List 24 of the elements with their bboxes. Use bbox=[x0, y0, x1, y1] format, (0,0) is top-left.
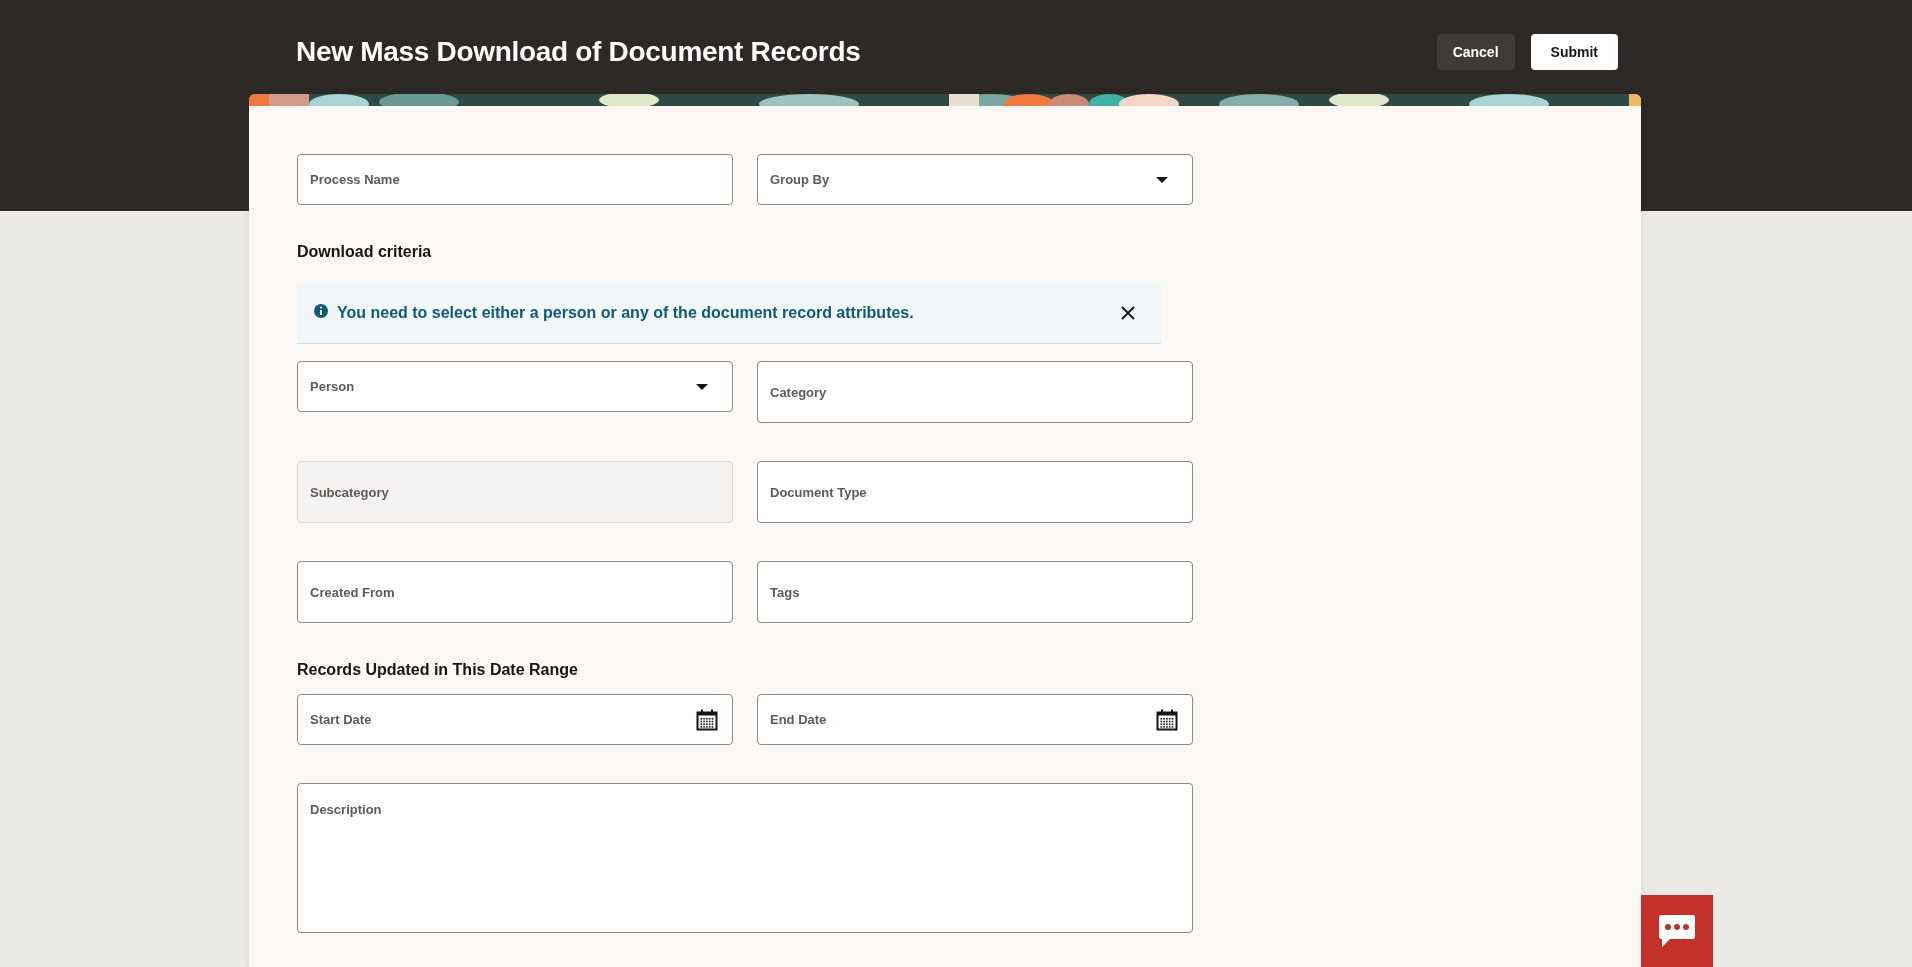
caret-icon bbox=[696, 384, 708, 390]
dropdown-field[interactable]: Group By bbox=[757, 154, 1193, 205]
text-field[interactable]: Tags bbox=[757, 561, 1193, 623]
chat-icon bbox=[1658, 914, 1696, 948]
message-text: You need to select either a person or any of the document record attributes. bbox=[337, 304, 915, 322]
info-icon bbox=[313, 303, 329, 319]
date-field[interactable]: Start Date bbox=[297, 694, 733, 745]
description-field[interactable]: Description bbox=[297, 783, 1193, 933]
date-field[interactable]: End Date bbox=[757, 694, 1193, 745]
section-heading: Records Updated in This Date Range bbox=[297, 661, 579, 679]
chat-button[interactable] bbox=[1641, 895, 1713, 967]
caret-icon bbox=[1156, 177, 1168, 183]
page-title: New Mass Download of Document Records bbox=[296, 36, 861, 68]
text-field[interactable]: Process Name bbox=[297, 154, 733, 205]
calendar-icon[interactable] bbox=[1156, 709, 1178, 731]
section-heading: Download criteria bbox=[297, 243, 433, 261]
dropdown-field[interactable]: Person bbox=[297, 361, 733, 412]
text-field[interactable]: Category bbox=[757, 361, 1193, 423]
calendar-icon[interactable] bbox=[696, 709, 718, 731]
text-field[interactable]: Created From bbox=[297, 561, 733, 623]
submit-button[interactable]: Submit bbox=[1530, 34, 1618, 70]
cancel-button[interactable]: Cancel bbox=[1436, 34, 1515, 70]
close-icon[interactable] bbox=[1121, 306, 1135, 320]
text-field[interactable]: Document Type bbox=[757, 461, 1193, 523]
